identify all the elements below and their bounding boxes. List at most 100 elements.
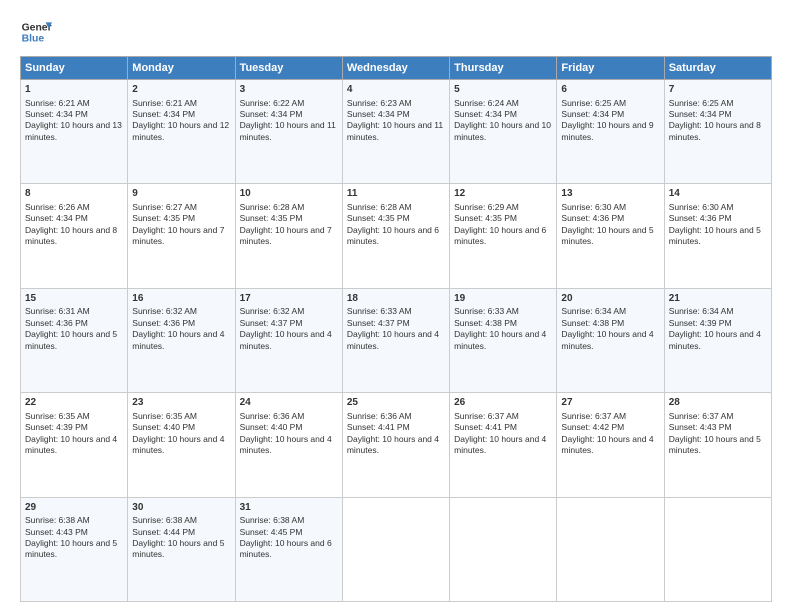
sunrise-label: Sunrise: 6:32 AM <box>132 306 197 316</box>
day-cell: 11Sunrise: 6:28 AMSunset: 4:35 PMDayligh… <box>342 184 449 288</box>
daylight-label: Daylight: 10 hours and 10 minutes. <box>454 120 551 141</box>
sunrise-label: Sunrise: 6:38 AM <box>132 515 197 525</box>
day-cell: 1Sunrise: 6:21 AMSunset: 4:34 PMDaylight… <box>21 80 128 184</box>
sunrise-label: Sunrise: 6:35 AM <box>25 411 90 421</box>
day-number: 24 <box>240 396 338 410</box>
sunset-label: Sunset: 4:36 PM <box>561 213 624 223</box>
sunrise-label: Sunrise: 6:33 AM <box>347 306 412 316</box>
col-header-sunday: Sunday <box>21 57 128 80</box>
day-cell: 18Sunrise: 6:33 AMSunset: 4:37 PMDayligh… <box>342 288 449 392</box>
sunrise-label: Sunrise: 6:36 AM <box>240 411 305 421</box>
day-cell: 26Sunrise: 6:37 AMSunset: 4:41 PMDayligh… <box>450 393 557 497</box>
day-number: 5 <box>454 83 552 97</box>
sunset-label: Sunset: 4:41 PM <box>347 422 410 432</box>
daylight-label: Daylight: 10 hours and 5 minutes. <box>132 538 224 559</box>
day-number: 10 <box>240 187 338 201</box>
daylight-label: Daylight: 10 hours and 11 minutes. <box>240 120 336 141</box>
daylight-label: Daylight: 10 hours and 4 minutes. <box>240 434 332 455</box>
sunset-label: Sunset: 4:35 PM <box>240 213 303 223</box>
logo: General Blue <box>20 16 52 48</box>
sunrise-label: Sunrise: 6:22 AM <box>240 98 305 108</box>
day-cell: 15Sunrise: 6:31 AM Sunset: 4:36 PMDayligh… <box>21 288 128 392</box>
week-row-4: 22Sunrise: 6:35 AMSunset: 4:39 PMDayligh… <box>21 393 772 497</box>
day-cell: 16Sunrise: 6:32 AM Sunset: 4:36 PMDayligh… <box>128 288 235 392</box>
sunset-label: Sunset: 4:36 PM <box>669 213 732 223</box>
day-number: 28 <box>669 396 767 410</box>
daylight-label: Daylight: 10 hours and 4 minutes. <box>561 329 653 350</box>
day-number: 14 <box>669 187 767 201</box>
page: General Blue SundayMondayTuesdayWednesda… <box>0 0 792 612</box>
week-row-1: 1Sunrise: 6:21 AMSunset: 4:34 PMDaylight… <box>21 80 772 184</box>
daylight-label: Daylight: 10 hours and 7 minutes. <box>132 225 224 246</box>
daylight-label: Daylight: 10 hours and 9 minutes. <box>561 120 653 141</box>
sunset-label: Sunset: 4:36 PM <box>132 318 195 328</box>
day-number: 16 <box>132 292 230 306</box>
daylight-label: Daylight: 10 hours and 5 minutes. <box>669 225 761 246</box>
daylight-label: Daylight: 10 hours and 5 minutes. <box>669 434 761 455</box>
col-header-saturday: Saturday <box>664 57 771 80</box>
day-number: 15 <box>25 292 123 306</box>
day-number: 20 <box>561 292 659 306</box>
daylight-label: Daylight: 10 hours and 4 minutes. <box>561 434 653 455</box>
daylight-label: Daylight: 10 hours and 5 minutes. <box>561 225 653 246</box>
sunset-label: Sunset: 4:45 PM <box>240 527 303 537</box>
sunrise-label: Sunrise: 6:23 AM <box>347 98 412 108</box>
sunset-label: Sunset: 4:39 PM <box>25 422 88 432</box>
sunset-label: Sunset: 4:38 PM <box>454 318 517 328</box>
sunset-label: Sunset: 4:42 PM <box>561 422 624 432</box>
daylight-label: Daylight: 10 hours and 4 minutes. <box>25 434 117 455</box>
day-cell <box>664 497 771 601</box>
sunrise-label: Sunrise: 6:27 AM <box>132 202 197 212</box>
day-cell: 31Sunrise: 6:38 AMSunset: 4:45 PMDayligh… <box>235 497 342 601</box>
day-cell <box>557 497 664 601</box>
daylight-label: Daylight: 10 hours and 4 minutes. <box>132 434 224 455</box>
daylight-label: Daylight: 10 hours and 4 minutes. <box>454 329 546 350</box>
col-header-monday: Monday <box>128 57 235 80</box>
week-row-3: 15Sunrise: 6:31 AMSunset: 4:36 PMDayligh… <box>21 288 772 392</box>
calendar-table: SundayMondayTuesdayWednesdayThursdayFrid… <box>20 56 772 602</box>
day-number: 18 <box>347 292 445 306</box>
sunrise-label: Sunrise: 6:21 AM <box>132 98 197 108</box>
day-number: 4 <box>347 83 445 97</box>
day-cell: 12Sunrise: 6:29 AMSunset: 4:35 PMDayligh… <box>450 184 557 288</box>
sunrise-label: Sunrise: 6:38 AM <box>25 515 90 525</box>
sunrise-label: Sunrise: 6:37 AM <box>561 411 626 421</box>
day-number: 12 <box>454 187 552 201</box>
day-cell: 21Sunrise: 6:34 AMSunset: 4:39 PMDayligh… <box>664 288 771 392</box>
daylight-label: Daylight: 10 hours and 6 minutes. <box>347 225 439 246</box>
sunrise-label: Sunrise: 6:32 AM <box>240 306 305 316</box>
sunrise-label: Sunrise: 6:31 AM <box>25 306 90 316</box>
sunrise-label: Sunrise: 6:36 AM <box>347 411 412 421</box>
sunrise-label: Sunrise: 6:29 AM <box>454 202 519 212</box>
daylight-label: Daylight: 10 hours and 12 minutes. <box>132 120 229 141</box>
daylight-label: Daylight: 10 hours and 7 minutes. <box>240 225 332 246</box>
day-cell <box>450 497 557 601</box>
daylight-label: Daylight: 10 hours and 4 minutes. <box>132 329 224 350</box>
sunset-label: Sunset: 4:34 PM <box>25 213 88 223</box>
day-number: 2 <box>132 83 230 97</box>
sunrise-label: Sunrise: 6:33 AM <box>454 306 519 316</box>
sunset-label: Sunset: 4:40 PM <box>132 422 195 432</box>
sunset-label: Sunset: 4:37 PM <box>240 318 303 328</box>
sunrise-label: Sunrise: 6:25 AM <box>561 98 626 108</box>
sunset-label: Sunset: 4:44 PM <box>132 527 195 537</box>
daylight-label: Daylight: 10 hours and 5 minutes. <box>25 329 117 350</box>
daylight-label: Daylight: 10 hours and 8 minutes. <box>25 225 117 246</box>
header-row: SundayMondayTuesdayWednesdayThursdayFrid… <box>21 57 772 80</box>
day-number: 6 <box>561 83 659 97</box>
sunset-label: Sunset: 4:34 PM <box>454 109 517 119</box>
day-number: 27 <box>561 396 659 410</box>
day-number: 1 <box>25 83 123 97</box>
day-number: 17 <box>240 292 338 306</box>
day-cell: 3Sunrise: 6:22 AMSunset: 4:34 PMDaylight… <box>235 80 342 184</box>
sunset-label: Sunset: 4:37 PM <box>347 318 410 328</box>
col-header-thursday: Thursday <box>450 57 557 80</box>
sunrise-label: Sunrise: 6:34 AM <box>561 306 626 316</box>
day-cell: 6Sunrise: 6:25 AMSunset: 4:34 PMDaylight… <box>557 80 664 184</box>
day-number: 19 <box>454 292 552 306</box>
day-cell: 2Sunrise: 6:21 AMSunset: 4:34 PMDaylight… <box>128 80 235 184</box>
sunset-label: Sunset: 4:38 PM <box>561 318 624 328</box>
sunset-label: Sunset: 4:35 PM <box>347 213 410 223</box>
logo-icon: General Blue <box>20 16 52 48</box>
sunset-label: Sunset: 4:36 PM <box>25 318 88 328</box>
